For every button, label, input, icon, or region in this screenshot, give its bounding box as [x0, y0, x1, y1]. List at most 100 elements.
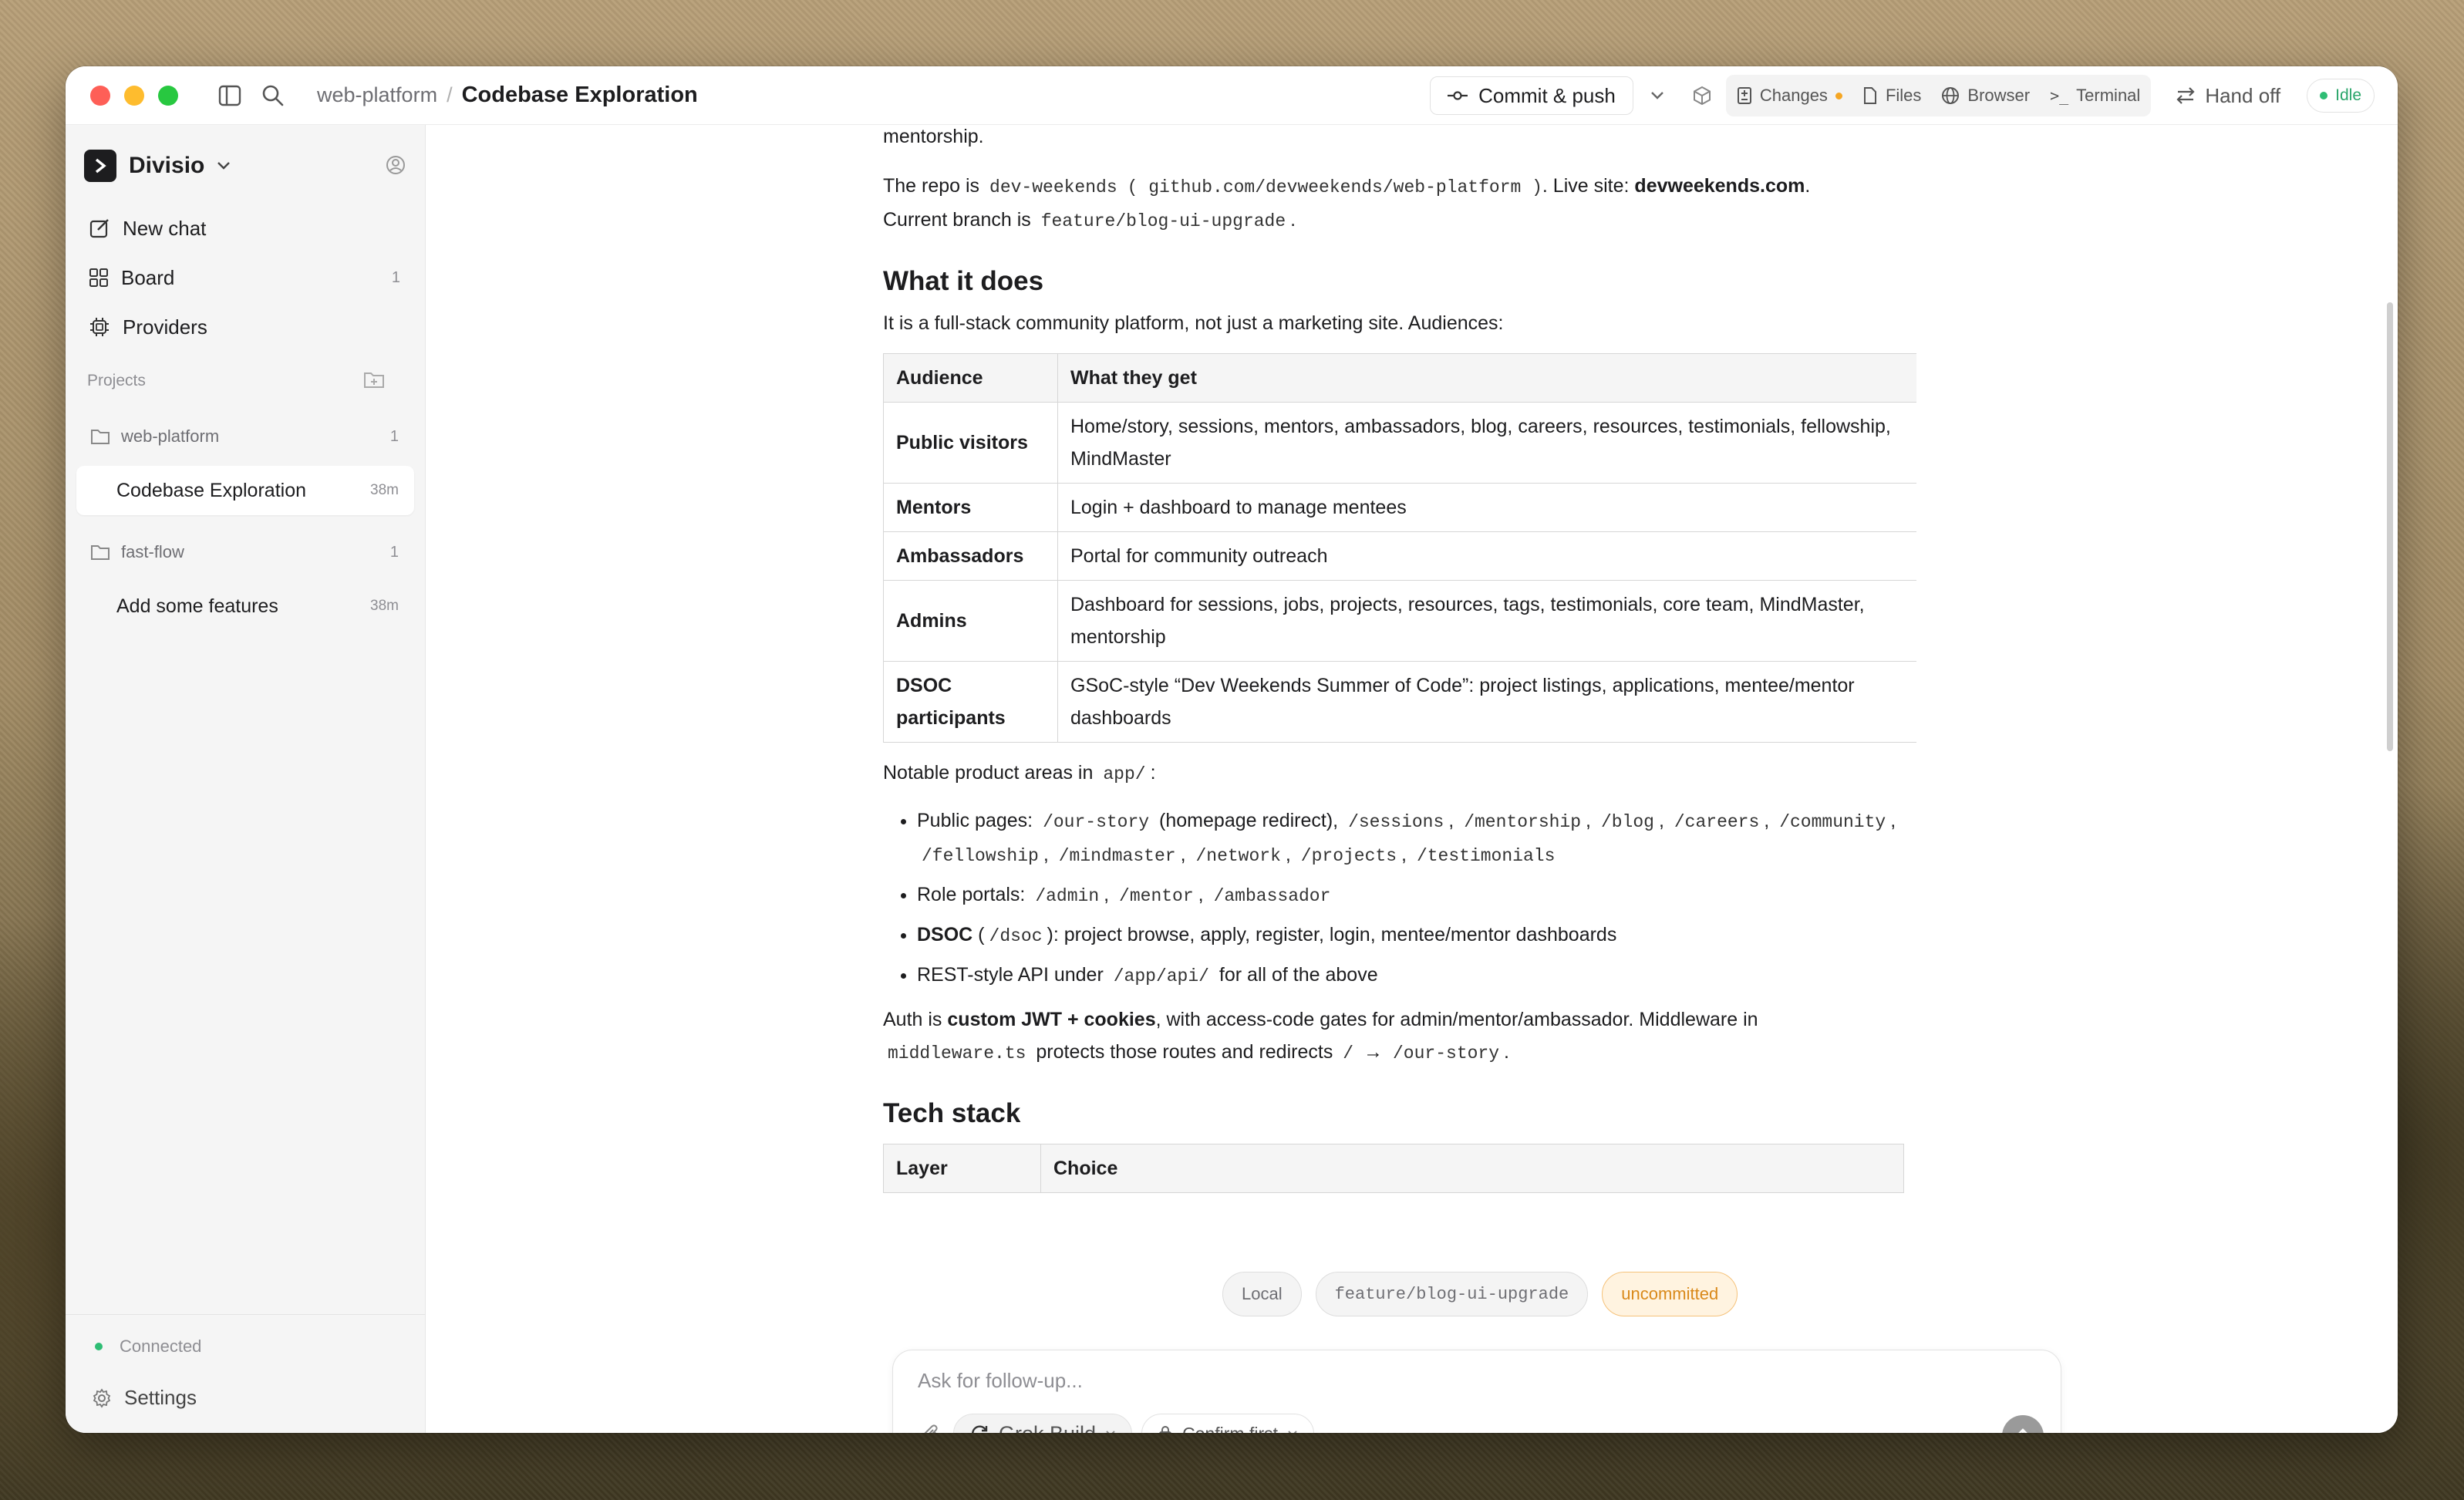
table-header: Choice [1040, 1144, 1904, 1193]
minimize-window-button[interactable] [124, 85, 144, 106]
account-icon[interactable] [385, 154, 406, 180]
route-code: /mindmaster [1058, 846, 1176, 866]
add-project-folder-icon[interactable] [363, 370, 385, 393]
chat-item-codebase-exploration[interactable]: Codebase Exploration 38m [76, 466, 414, 515]
uncommitted-chip[interactable]: uncommitted [1602, 1272, 1738, 1316]
chevron-down-icon [1288, 1431, 1297, 1433]
file-icon [1863, 87, 1876, 104]
title-bar: web-platform / Codebase Exploration Comm… [66, 66, 2398, 125]
sidebar-nav: New chat Board 1 Providers [76, 204, 414, 352]
sidebar-item-label: New chat [123, 216, 207, 240]
breadcrumb: web-platform / Codebase Exploration [317, 83, 698, 108]
tech-stack-table: Layer Choice [883, 1144, 1904, 1193]
list-item: Role portals: /admin, /mentor, /ambassad… [917, 878, 1916, 912]
route-code: /blog [1600, 812, 1654, 832]
sidebar-item-new-chat[interactable]: New chat [76, 204, 414, 253]
middleware-file: middleware.ts [888, 1043, 1026, 1063]
commit-push-button[interactable]: Commit & push [1430, 76, 1633, 115]
table-header-row: Audience What they get [883, 353, 1916, 403]
lock-icon [1159, 1426, 1171, 1433]
hand-off-label: Hand off [2205, 83, 2281, 107]
tab-terminal[interactable]: >_ Terminal [2050, 86, 2140, 106]
table-cell: Public visitors [883, 402, 1058, 484]
workspace-name: Divisio [129, 153, 205, 178]
table-row: Ambassadors Portal for community outreac… [883, 531, 1916, 581]
route-code: /fellowship [922, 846, 1039, 866]
folder-icon [91, 545, 110, 560]
table-header: Layer [883, 1144, 1041, 1193]
sidebar-item-providers[interactable]: Providers [76, 302, 414, 352]
auth-rest: , with access-code gates for admin/mento… [1155, 1009, 1758, 1030]
project-fast-flow: fast-flow 1 Add some features 38m [76, 531, 414, 631]
auth-bold: custom JWT + cookies [947, 1009, 1156, 1030]
tab-changes-label: Changes [1759, 86, 1828, 105]
repo-paragraph: The repo is dev-weekends ( github.com/de… [883, 175, 1811, 231]
live-prefix: . Live site: [1542, 175, 1630, 197]
titlebar-actions: Commit & push Changes Files Browser >_ T… [1430, 66, 2375, 125]
breadcrumb-chat-title: Codebase Exploration [461, 83, 698, 107]
heading-what-it-does: What it does [883, 266, 1044, 296]
project-count: 1 [389, 427, 399, 445]
commit-push-label: Commit & push [1478, 83, 1616, 107]
chevron-down-icon [217, 162, 231, 170]
tab-changes[interactable]: Changes [1737, 86, 1842, 106]
environment-chip[interactable]: Local [1222, 1272, 1302, 1316]
commit-options-chevron-down-icon[interactable] [1644, 83, 1670, 109]
chat-item-add-some-features[interactable]: Add some features 38m [76, 581, 414, 631]
tab-files[interactable]: Files [1862, 86, 1921, 106]
close-window-button[interactable] [90, 85, 110, 106]
middleware-text: protects those routes and redirects [1036, 1041, 1333, 1063]
cube-icon[interactable] [1689, 83, 1715, 109]
connection-status: Connected [95, 1337, 201, 1357]
window-controls [90, 85, 178, 106]
chat-title: Codebase Exploration [116, 479, 306, 501]
project-row[interactable]: web-platform 1 [76, 415, 414, 458]
approval-mode-selector[interactable]: Confirm first [1141, 1414, 1315, 1433]
project-row[interactable]: fast-flow 1 [76, 531, 414, 574]
connection-label: Connected [120, 1337, 202, 1356]
follow-up-input[interactable]: Ask for follow-up... [918, 1369, 1083, 1393]
arrow-up-icon [2018, 1428, 2027, 1433]
table-cell: Mentors [883, 483, 1058, 532]
commit-icon [1448, 91, 1468, 100]
list-item: REST-style API under /app/api/ for all o… [917, 959, 1916, 993]
connection-dot [95, 1343, 103, 1350]
route-code: /app/api/ [1113, 966, 1209, 986]
terminal-icon: >_ [2050, 86, 2069, 105]
chat-title: Add some features [116, 595, 278, 617]
chat-main: mentorship. The repo is dev-weekends ( g… [426, 125, 2398, 1433]
sidebar-toggle-icon[interactable] [217, 83, 243, 109]
what-intro: It is a full-stack community platform, n… [883, 312, 1504, 334]
attach-paperclip-icon[interactable] [918, 1421, 944, 1433]
workspace-switcher[interactable]: Divisio [84, 150, 231, 182]
table-cell: Login + dashboard to manage mentees [1057, 483, 1916, 532]
tab-browser-label: Browser [1967, 86, 2031, 105]
bullet-text: ): project browse, apply, register, logi… [1047, 924, 1617, 946]
tab-browser[interactable]: Browser [1941, 86, 2030, 106]
search-icon[interactable] [260, 83, 286, 109]
breadcrumb-project[interactable]: web-platform [317, 83, 437, 107]
settings-button[interactable]: Settings [92, 1386, 197, 1410]
branch-prefix: Current branch is [883, 209, 1031, 231]
notable-areas-intro: Notable product areas in app/: [883, 757, 1916, 790]
send-button[interactable] [2002, 1415, 2044, 1433]
composer: Ask for follow-up... Grok Build Confirm … [892, 1350, 2061, 1433]
assistant-message: mentorship. The repo is dev-weekends ( g… [883, 125, 1916, 1274]
zoom-window-button[interactable] [158, 85, 178, 106]
arrow-glyph: → [1363, 1041, 1384, 1063]
bullet-text: for all of the above [1219, 964, 1378, 986]
branch-chip[interactable]: feature/blog-ui-upgrade [1315, 1272, 1589, 1316]
chip-icon [90, 318, 109, 336]
gear-icon [93, 1387, 111, 1408]
scrollbar-thumb[interactable] [2387, 302, 2393, 751]
sidebar-item-board[interactable]: Board 1 [76, 253, 414, 302]
bullet-label: REST-style API under [917, 964, 1104, 986]
hand-off-button[interactable]: Hand off [2176, 84, 2280, 108]
branch-name: feature/blog-ui-upgrade [1040, 211, 1286, 231]
bullet-label: Public pages: [917, 810, 1033, 831]
route-code: /our-story [1043, 812, 1150, 832]
tab-files-label: Files [1885, 86, 1922, 105]
model-selector[interactable]: Grok Build [953, 1414, 1133, 1433]
table-cell: Admins [883, 580, 1058, 662]
table-header-row: Layer Choice [883, 1144, 1904, 1193]
